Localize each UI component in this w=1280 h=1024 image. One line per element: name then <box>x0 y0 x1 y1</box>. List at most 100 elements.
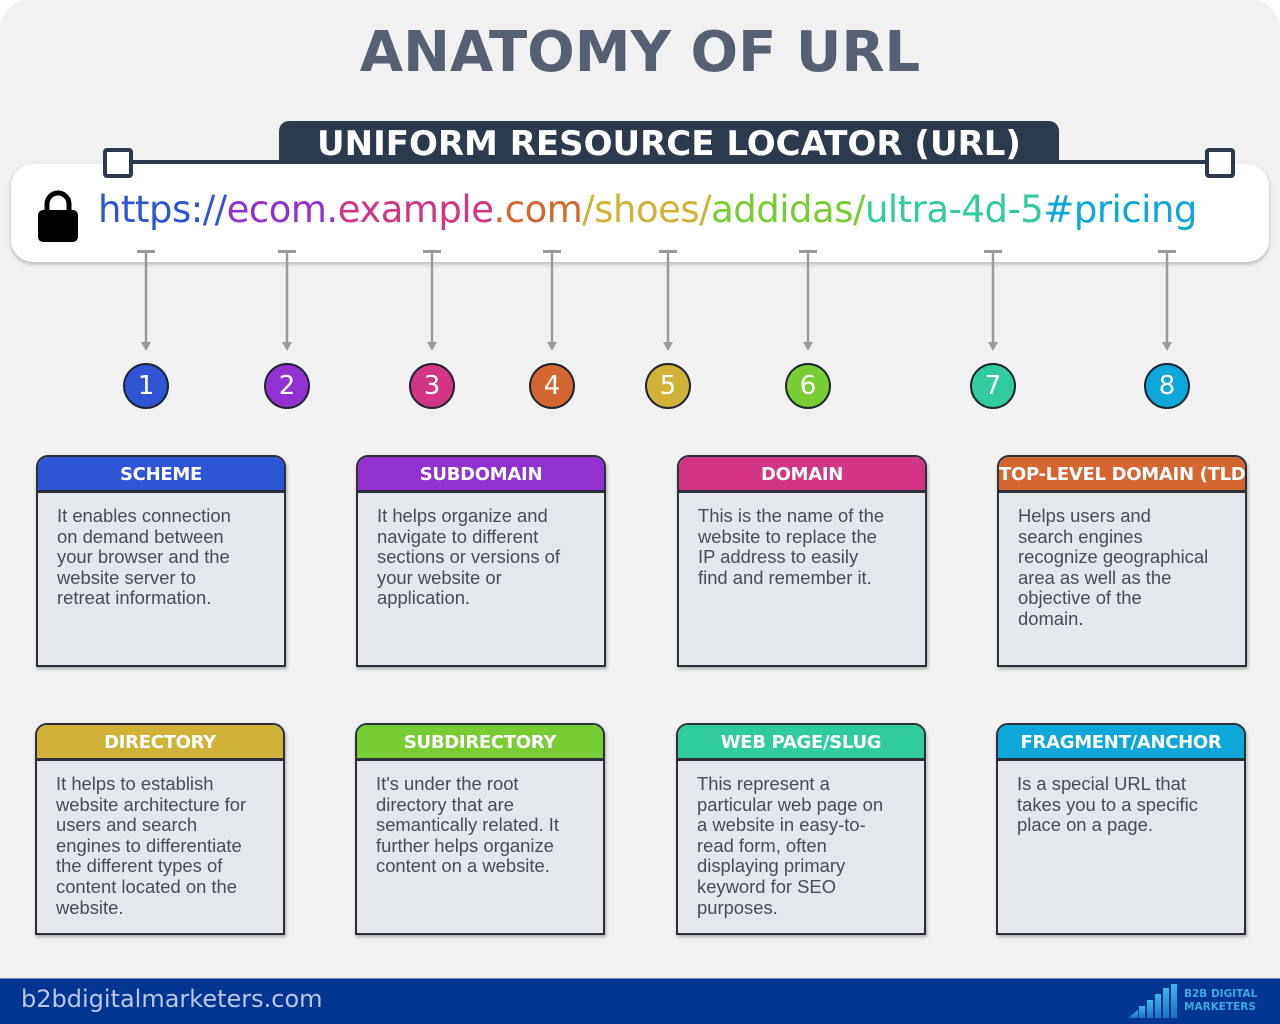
card-description-line: area as well as the <box>1018 566 1172 588</box>
card-description-line: content located on the <box>56 875 237 897</box>
footer-website[interactable]: b2bdigitalmarketers.com <box>21 985 323 1013</box>
card-title: SCHEME <box>38 457 284 493</box>
card-description: Is a special URL that takes you to a spec… <box>998 761 1244 836</box>
info-card: FRAGMENT/ANCHOR Is a special URL that take… <box>996 723 1246 935</box>
card-title: WEB PAGE/SLUG <box>678 725 924 761</box>
url-segment: #pricing <box>1043 188 1197 231</box>
card-description-line: It helps to establish <box>56 773 214 794</box>
card-description-line: users and search <box>56 814 198 836</box>
card-description-line: your website or <box>377 566 502 588</box>
info-card: DIRECTORY It helps to establish website ar… <box>35 723 285 935</box>
pointer-arrow-icon <box>984 250 1002 351</box>
card-description-line: read form, often <box>697 834 827 856</box>
bar-chart-logo-icon <box>1128 984 1177 1018</box>
card-description-line: This is the name of the <box>698 505 885 526</box>
step-number-badge: 2 <box>264 363 310 409</box>
card-title: SUBDIRECTORY <box>357 725 603 761</box>
url-segment: ecom. <box>226 188 339 231</box>
url-text: https://ecom.example.com/shoes/addidas/u… <box>98 188 1197 231</box>
step-number-badge: 5 <box>645 363 691 409</box>
card-description-line: engines to differentiate <box>56 834 242 856</box>
card-description-line: place on a page. <box>1017 814 1153 836</box>
card-description: It helps organize and navigate to differe… <box>358 493 604 609</box>
card-description-line: Is a special URL that <box>1017 773 1186 794</box>
info-card: SCHEME It enables connection on demand bet… <box>36 455 286 667</box>
card-description-line: application. <box>377 587 471 609</box>
step-number-badge: 1 <box>123 363 169 409</box>
step-number-badge: 6 <box>785 363 831 409</box>
frame-handle-right <box>1205 148 1235 178</box>
card-title: TOP-LEVEL DOMAIN (TLD) <box>999 457 1245 493</box>
card-description-line: website. <box>56 896 124 918</box>
card-description-line: a website in easy-to- <box>697 814 866 836</box>
card-description: It's under the root directory that are sem… <box>357 761 603 877</box>
step-number-badge: 3 <box>409 363 455 409</box>
card-description-line: your browser and the <box>57 546 230 568</box>
url-segment: /shoes/ <box>582 188 712 231</box>
card-description-line: This represent a <box>697 773 830 794</box>
url-segment: addidas/ <box>711 188 865 231</box>
card-description-line: navigate to different <box>377 525 539 547</box>
card-description-line: the different types of <box>56 855 223 877</box>
card-description: This represent a particular web page on a … <box>678 761 924 918</box>
info-card: WEB PAGE/SLUG This represent a particular … <box>676 723 926 935</box>
card-description-line: website to replace the <box>698 525 877 547</box>
card-description-line: find and remember it. <box>698 566 872 588</box>
card-description-line: Helps users and <box>1018 505 1151 526</box>
info-card: SUBDOMAIN It helps organize and navigate t… <box>356 455 606 667</box>
card-title: SUBDOMAIN <box>358 457 604 493</box>
card-description: It helps to establish website architectur… <box>37 761 283 918</box>
step-number-badge: 7 <box>970 363 1016 409</box>
card-description: This is the name of the website to replac… <box>679 493 925 588</box>
card-description-line: displaying primary <box>697 855 846 877</box>
step-number-badge: 8 <box>1144 363 1190 409</box>
info-card: TOP-LEVEL DOMAIN (TLD) Helps users and sea… <box>997 455 1247 667</box>
frame-handle-left <box>103 148 133 178</box>
card-description-line: directory that are <box>376 793 514 815</box>
card-description-line: takes you to a specific <box>1017 793 1198 815</box>
pointer-arrow-icon <box>137 250 155 351</box>
logo-text: B2B DIGITAL MARKETERS <box>1184 988 1258 1013</box>
card-description-line: on demand between <box>57 525 224 547</box>
card-description-line: content on a website. <box>376 855 550 877</box>
pointer-arrow-icon <box>799 250 817 351</box>
lock-icon <box>38 190 78 242</box>
card-description-line: recognize geographical <box>1018 546 1209 568</box>
card-description-line: domain. <box>1018 607 1084 629</box>
url-segment: .com <box>493 188 583 231</box>
card-description-line: semantically related. It <box>376 814 559 836</box>
pointer-arrow-icon <box>278 250 296 351</box>
card-description-line: objective of the <box>1018 587 1142 609</box>
footer-bar: b2bdigitalmarketers.com <box>0 978 1280 1024</box>
card-description-line: website server to <box>57 566 197 588</box>
card-description-line: IP address to easily <box>698 546 859 568</box>
url-segment: ultra-4d-5 <box>864 188 1044 231</box>
card-description: Helps users and search engines recognize g… <box>999 493 1245 630</box>
pointer-arrow-icon <box>659 250 677 351</box>
pointer-arrow-icon <box>1158 250 1176 351</box>
info-card: DOMAIN This is the name of the website to … <box>677 455 927 667</box>
card-description-line: It helps organize and <box>377 505 548 526</box>
pointer-arrow-icon <box>543 250 561 351</box>
card-description-line: further helps organize <box>376 834 554 856</box>
card-description-line: It's under the root <box>376 773 519 794</box>
card-description-line: sections or versions of <box>377 546 560 568</box>
card-description-line: search engines <box>1018 525 1143 547</box>
url-segment: https:// <box>98 188 227 231</box>
pointer-arrow-icon <box>423 250 441 351</box>
card-title: DIRECTORY <box>37 725 283 761</box>
step-number-badge: 4 <box>529 363 575 409</box>
card-description: It enables connection on demand between yo… <box>38 493 284 609</box>
info-card: SUBDIRECTORY It's under the root directory… <box>355 723 605 935</box>
card-description-line: purposes. <box>697 896 778 918</box>
brand-logo: B2B DIGITAL MARKETERS <box>1126 984 1276 1020</box>
card-description-line: keyword for SEO <box>697 875 836 897</box>
card-description-line: It enables connection <box>57 505 231 526</box>
card-description-line: website architecture for <box>56 793 247 815</box>
card-description-line: particular web page on <box>697 793 884 815</box>
card-title: FRAGMENT/ANCHOR <box>998 725 1244 761</box>
subtitle-banner: UNIFORM RESOURCE LOCATOR (URL) <box>279 121 1059 165</box>
page-title: ANATOMY OF URL <box>359 20 921 85</box>
url-segment: example <box>337 188 494 231</box>
card-description-line: retreat information. <box>57 587 212 609</box>
